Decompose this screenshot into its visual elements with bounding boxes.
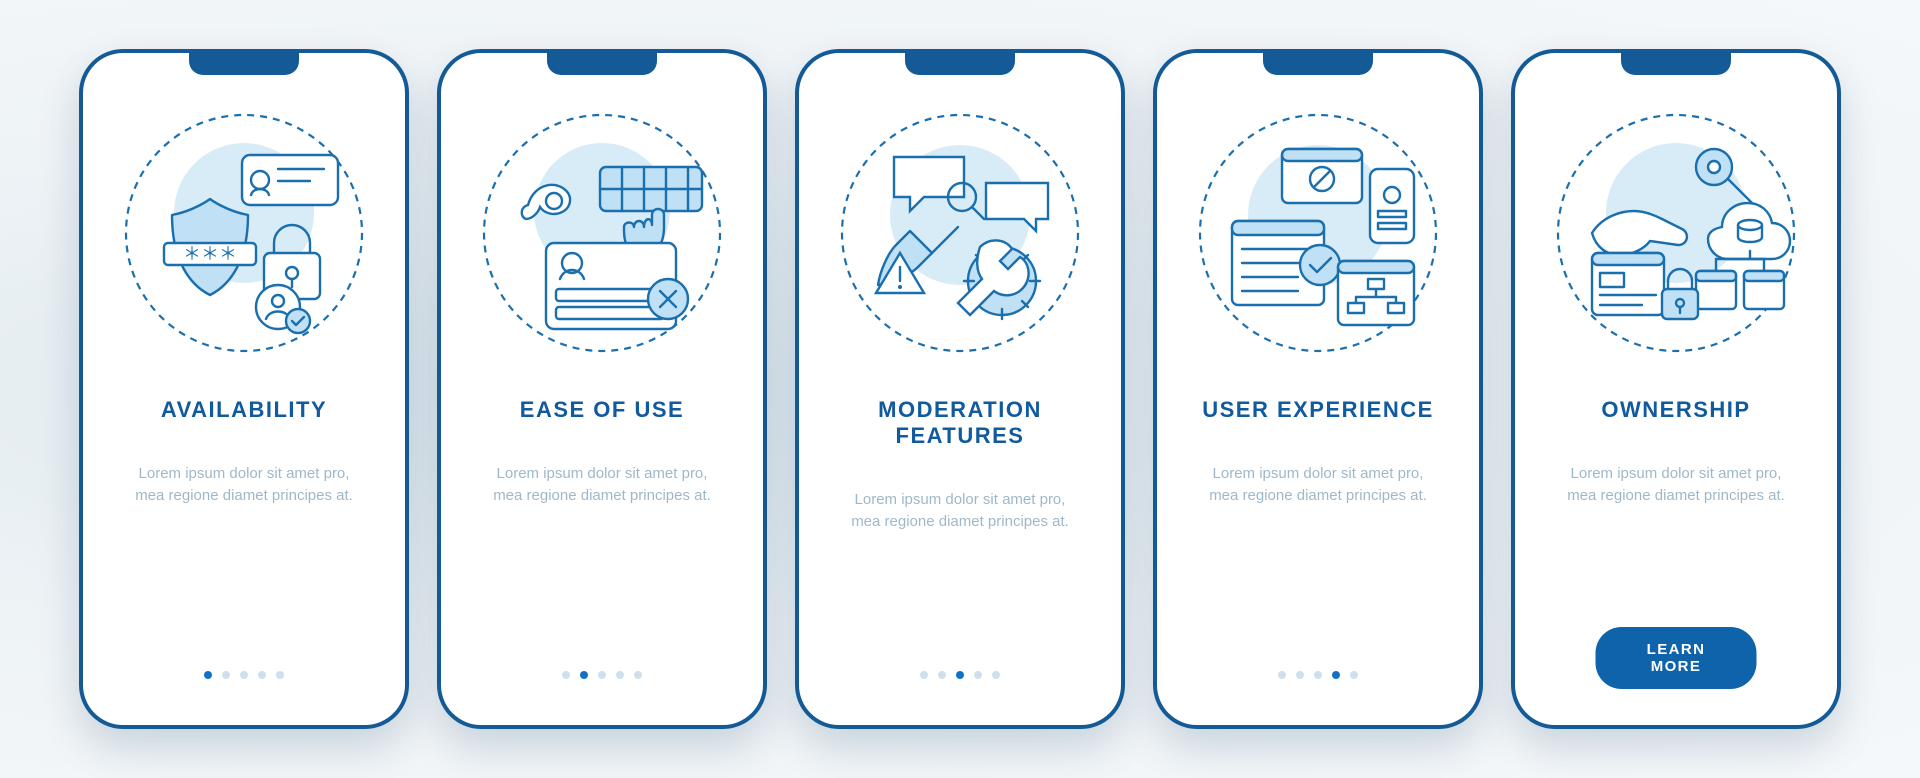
pager-dot[interactable] <box>938 671 946 679</box>
pager-dot[interactable] <box>616 671 624 679</box>
phone-ease-of-use: EASE OF USE Lorem ipsum dolor sit amet p… <box>437 49 767 729</box>
screen-title: OWNERSHIP <box>1601 397 1750 423</box>
learn-more-button[interactable]: LEARN MORE <box>1596 627 1757 689</box>
phone-ownership: OWNERSHIP Lorem ipsum dolor sit amet pro… <box>1511 49 1841 729</box>
screen-description: Lorem ipsum dolor sit amet pro, mea regi… <box>1556 463 1796 507</box>
screen-title: MODERATION FEATURES <box>827 397 1093 449</box>
pager-dot[interactable] <box>1350 671 1358 679</box>
screen-description: Lorem ipsum dolor sit amet pro, mea regi… <box>124 463 364 507</box>
phone-availability: ＊＊＊ AVAILABILITY Lorem ipsum dolor sit a… <box>79 49 409 729</box>
phone-notch <box>905 53 1015 75</box>
pager-dot[interactable] <box>276 671 284 679</box>
availability-icon: ＊＊＊ <box>114 103 374 363</box>
pager-dot[interactable] <box>974 671 982 679</box>
pager-dot[interactable] <box>598 671 606 679</box>
user-experience-icon <box>1188 103 1448 363</box>
phone-notch <box>189 53 299 75</box>
phone-moderation: MODERATION FEATURES Lorem ipsum dolor si… <box>795 49 1125 729</box>
pager-dot[interactable] <box>956 671 964 679</box>
phone-notch <box>1263 53 1373 75</box>
phone-notch <box>547 53 657 75</box>
screen-title: EASE OF USE <box>520 397 684 423</box>
screen-description: Lorem ipsum dolor sit amet pro, mea regi… <box>482 463 722 507</box>
pager-dot[interactable] <box>240 671 248 679</box>
pager-dot[interactable] <box>634 671 642 679</box>
pager-dot[interactable] <box>204 671 212 679</box>
pager-dots <box>562 671 642 679</box>
phone-user-experience: USER EXPERIENCE Lorem ipsum dolor sit am… <box>1153 49 1483 729</box>
pager-dot[interactable] <box>1278 671 1286 679</box>
svg-text:＊＊＊: ＊＊＊ <box>183 244 237 264</box>
ownership-icon <box>1546 103 1806 363</box>
pager-dot[interactable] <box>1314 671 1322 679</box>
screen-description: Lorem ipsum dolor sit amet pro, mea regi… <box>840 489 1080 533</box>
screen-description: Lorem ipsum dolor sit amet pro, mea regi… <box>1198 463 1438 507</box>
screen-title: AVAILABILITY <box>161 397 327 423</box>
screen-title: USER EXPERIENCE <box>1202 397 1434 423</box>
pager-dot[interactable] <box>1296 671 1304 679</box>
ease-of-use-icon <box>472 103 732 363</box>
onboarding-stage: ＊＊＊ AVAILABILITY Lorem ipsum dolor sit a… <box>19 49 1901 729</box>
pager-dot[interactable] <box>992 671 1000 679</box>
pager-dot[interactable] <box>580 671 588 679</box>
pager-dots <box>1278 671 1358 679</box>
pager-dot[interactable] <box>222 671 230 679</box>
pager-dots <box>204 671 284 679</box>
pager-dot[interactable] <box>920 671 928 679</box>
moderation-features-icon <box>830 103 1090 363</box>
phone-notch <box>1621 53 1731 75</box>
pager-dot[interactable] <box>562 671 570 679</box>
pager-dots <box>920 671 1000 679</box>
pager-dot[interactable] <box>1332 671 1340 679</box>
pager-dot[interactable] <box>258 671 266 679</box>
